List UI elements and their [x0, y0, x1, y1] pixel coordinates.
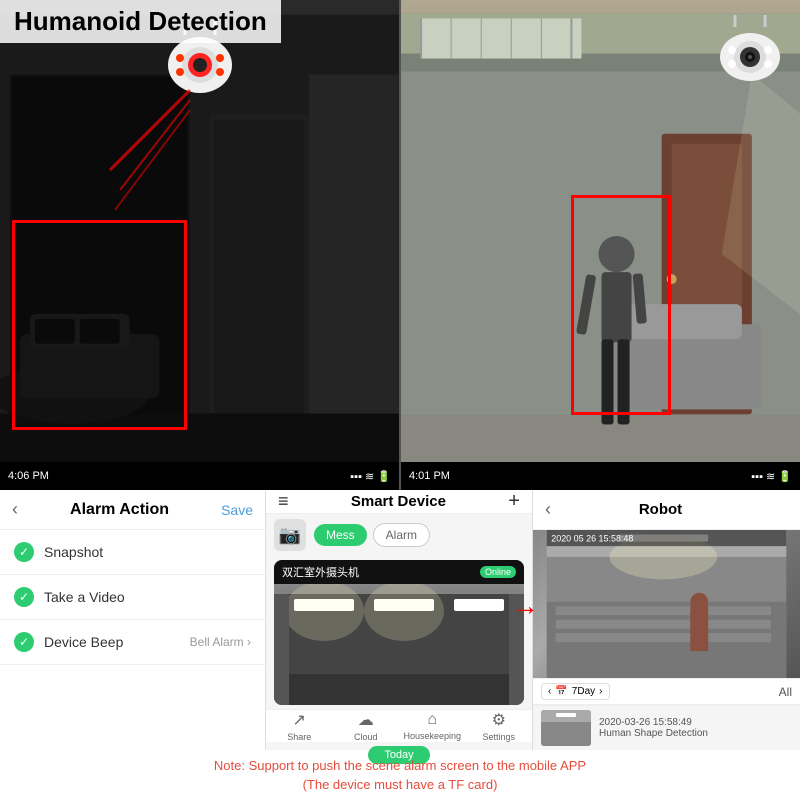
detection-info: 2020-03-26 15:58:49 Human Shape Detectio… [599, 717, 708, 739]
title-overlay: Humanoid Detection [0, 0, 281, 43]
bottom-settings[interactable]: ⚙ Settings [466, 710, 533, 742]
settings-label: Settings [482, 732, 515, 742]
arrow-icon: → [511, 590, 539, 622]
status-bar-left: 4:06 PM ▪▪▪ ≋ 🔋 [0, 462, 399, 490]
bottom-section: ‹ Alarm Action Save ✓ Snapshot ✓ Take a … [0, 490, 800, 800]
page-title: Humanoid Detection [14, 6, 267, 37]
note-line2: (The device must have a TF card) [303, 775, 498, 795]
share-icon: ↗ [293, 710, 306, 730]
bottom-housekeeping[interactable]: ⌂ Housekeeping [399, 710, 466, 742]
alarm-item-snapshot: ✓ Snapshot [0, 530, 265, 575]
scene-left: 4:06 PM ▪▪▪ ≋ 🔋 [0, 0, 399, 490]
robot-preview: 2020 05 26 15:58:48 [533, 530, 800, 678]
settings-icon: ⚙ [492, 710, 506, 730]
all-filter[interactable]: All [779, 685, 792, 699]
panels-row: ‹ Alarm Action Save ✓ Snapshot ✓ Take a … [0, 490, 800, 750]
share-label: Share [287, 732, 311, 742]
back-button-robot[interactable]: ‹ [545, 499, 551, 520]
alarm-header: ‹ Alarm Action Save [0, 490, 265, 530]
scene-right: 4:01 PM ▪▪▪ ≋ 🔋 [401, 0, 800, 490]
top-section: Humanoid Detection [0, 0, 800, 490]
save-button[interactable]: Save [221, 502, 253, 518]
date-nav: ‹ 📅 7Day › All [533, 678, 800, 705]
calendar-icon: 📅 [555, 686, 567, 697]
time-right: 4:01 PM [409, 470, 450, 482]
bottom-cloud[interactable]: ☁ Cloud [333, 710, 400, 742]
svg-text:2020 05 26 15:58:48: 2020 05 26 15:58:48 [551, 534, 633, 544]
device-preview[interactable]: ▶ [274, 584, 524, 705]
alarm-title: Alarm Action [70, 501, 169, 519]
panel-smart: ≡ Smart Device + 📷 Mess Alarm 双汇室外摄头机 [266, 490, 533, 750]
note-line1: Note: Support to push the scene alarm sc… [214, 756, 586, 776]
laser-beams [100, 70, 300, 230]
robot-header: ‹ Robot [533, 490, 800, 530]
smart-content: 📷 Mess Alarm 双汇室外摄头机 Online [266, 514, 532, 709]
device-icon[interactable]: 📷 [274, 519, 306, 551]
smart-title: Smart Device [351, 493, 446, 510]
device-status: Online [480, 566, 516, 578]
status-bar-right: 4:01 PM ▪▪▪ ≋ 🔋 [401, 462, 800, 490]
note-row: Note: Support to push the scene alarm sc… [0, 750, 800, 800]
detection-timestamp: 2020-03-26 15:58:49 [599, 717, 708, 728]
detection-strip: 2020-03-26 15:58:49 Human Shape Detectio… [533, 705, 800, 750]
check-video[interactable]: ✓ [14, 587, 34, 607]
housekeeping-icon: ⌂ [427, 711, 437, 729]
smart-bottom-bar: ↗ Share ☁ Cloud ⌂ Housekeeping ⚙ Setting… [266, 709, 532, 742]
prev-date[interactable]: ‹ [548, 686, 551, 697]
device-icon-row: 📷 Mess Alarm [266, 514, 532, 556]
check-beep[interactable]: ✓ [14, 632, 34, 652]
beep-sub: Bell Alarm › [190, 635, 251, 649]
panel-alarm: ‹ Alarm Action Save ✓ Snapshot ✓ Take a … [0, 490, 266, 750]
cloud-label: Cloud [354, 732, 378, 742]
time-left: 4:06 PM [8, 470, 49, 482]
housekeeping-label: Housekeeping [403, 731, 461, 741]
cloud-icon: ☁ [358, 710, 374, 730]
smart-tabs: Mess Alarm [314, 523, 430, 547]
device-card-header: 双汇室外摄头机 Online [274, 560, 524, 584]
beep-label: Device Beep [44, 634, 123, 650]
next-date[interactable]: › [599, 686, 602, 697]
alarm-item-video: ✓ Take a Video [0, 575, 265, 620]
check-snapshot[interactable]: ✓ [14, 542, 34, 562]
bottom-share[interactable]: ↗ Share [266, 710, 333, 742]
smart-add-icon[interactable]: + [508, 490, 520, 513]
signal-left: ▪▪▪ ≋ 🔋 [350, 470, 391, 483]
panel-robot: ‹ Robot [533, 490, 800, 750]
robot-title: Robot [639, 501, 682, 518]
device-card: 双汇室外摄头机 Online [274, 560, 524, 705]
tab-alarm[interactable]: Alarm [373, 523, 430, 547]
tab-mess[interactable]: Mess [314, 524, 367, 546]
smart-header: ≡ Smart Device + [266, 490, 532, 514]
video-label: Take a Video [44, 589, 125, 605]
back-button-alarm[interactable]: ‹ [12, 499, 18, 520]
date-picker[interactable]: ‹ 📅 7Day › [541, 683, 610, 700]
detection-thumbnail [541, 710, 591, 746]
camera-right [710, 15, 795, 85]
snapshot-label: Snapshot [44, 544, 103, 560]
detection-label: Human Shape Detection [599, 728, 708, 739]
alarm-item-beep: ✓ Device Beep Bell Alarm › [0, 620, 265, 665]
signal-right: ▪▪▪ ≋ 🔋 [751, 470, 792, 483]
date-range: 7Day [572, 686, 595, 697]
smart-menu-icon[interactable]: ≡ [278, 491, 289, 512]
detection-box-right [571, 195, 671, 415]
device-name: 双汇室外摄头机 [282, 564, 359, 580]
detection-box-left [12, 220, 187, 430]
